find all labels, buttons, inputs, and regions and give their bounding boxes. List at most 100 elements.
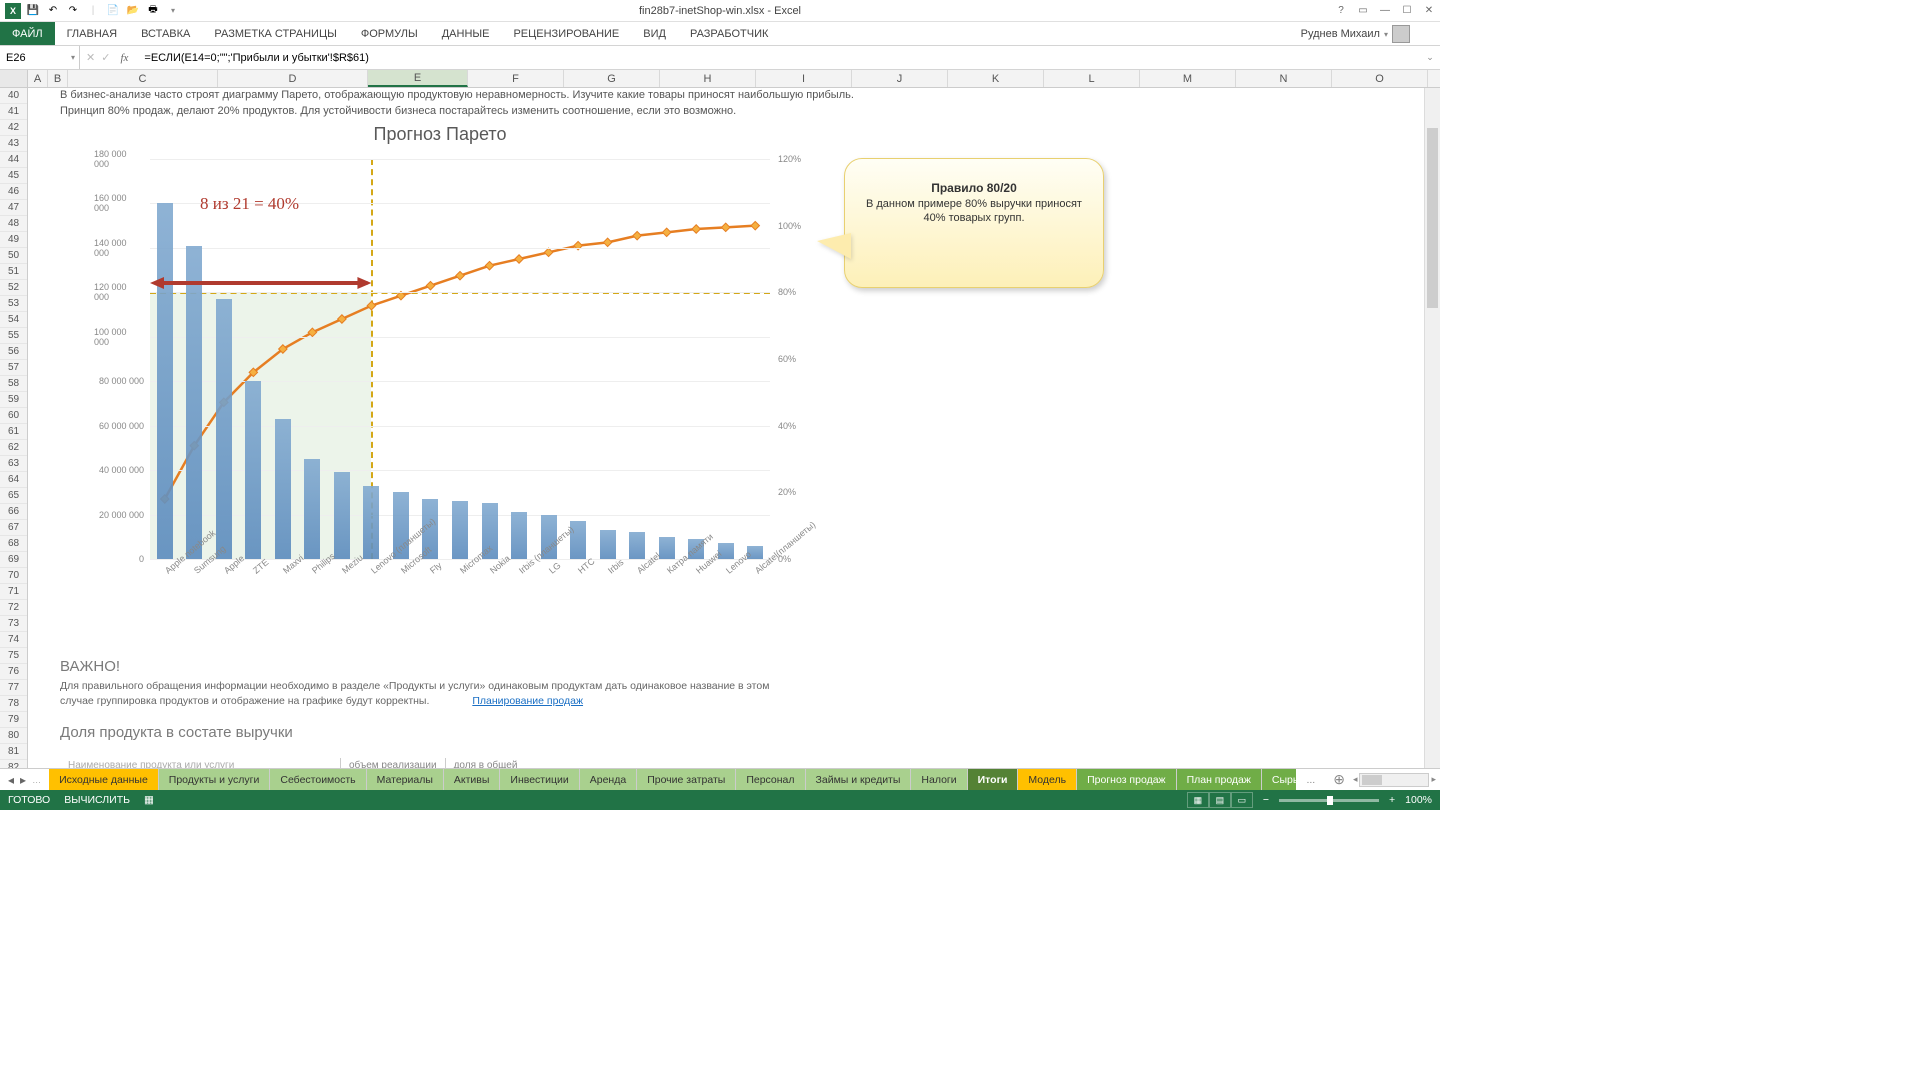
row-header-66[interactable]: 66: [0, 504, 27, 520]
fx-icon[interactable]: fx: [116, 52, 132, 64]
sheet-tab-Займы-и-кредиты[interactable]: Займы и кредиты: [806, 769, 912, 790]
row-header-68[interactable]: 68: [0, 536, 27, 552]
redo-icon[interactable]: ↷: [64, 2, 82, 20]
col-header-G[interactable]: G: [564, 70, 660, 87]
row-header-49[interactable]: 49: [0, 232, 27, 248]
formula-expand-icon[interactable]: ⌄: [1420, 46, 1440, 69]
sheet-nav-more[interactable]: …: [32, 775, 41, 785]
hscroll-left-icon[interactable]: ◂: [1353, 774, 1358, 785]
row-header-50[interactable]: 50: [0, 248, 27, 264]
sheet-prev-icon[interactable]: ◂: [8, 773, 14, 787]
zoom-in-icon[interactable]: +: [1389, 794, 1395, 806]
sheet-overflow[interactable]: ...: [1296, 769, 1325, 790]
row-header-70[interactable]: 70: [0, 568, 27, 584]
row-header-40[interactable]: 40: [0, 88, 27, 104]
col-header-I[interactable]: I: [756, 70, 852, 87]
row-header-69[interactable]: 69: [0, 552, 27, 568]
row-header-47[interactable]: 47: [0, 200, 27, 216]
row-header-61[interactable]: 61: [0, 424, 27, 440]
col-header-B[interactable]: B: [48, 70, 68, 87]
row-header-53[interactable]: 53: [0, 296, 27, 312]
row-header-65[interactable]: 65: [0, 488, 27, 504]
user-menu-chevron-icon[interactable]: ▾: [1384, 30, 1388, 39]
hscroll-thumb[interactable]: [1362, 775, 1382, 785]
quickprint-icon[interactable]: 🖶: [144, 2, 162, 20]
select-all-corner[interactable]: [0, 70, 28, 87]
row-header-45[interactable]: 45: [0, 168, 27, 184]
row-header-77[interactable]: 77: [0, 680, 27, 696]
ribbon-tab-рецензирование[interactable]: РЕЦЕНЗИРОВАНИЕ: [501, 22, 631, 45]
hscroll-right-icon[interactable]: ▸: [1431, 774, 1436, 785]
row-header-72[interactable]: 72: [0, 600, 27, 616]
col-header-A[interactable]: A: [28, 70, 48, 87]
minimize-button[interactable]: —: [1378, 4, 1392, 18]
row-header-71[interactable]: 71: [0, 584, 27, 600]
rule-callout[interactable]: Правило 80/20 В данном примере 80% выруч…: [844, 158, 1104, 288]
ribbon-tab-данные[interactable]: ДАННЫЕ: [430, 22, 502, 45]
row-header-75[interactable]: 75: [0, 648, 27, 664]
row-header-60[interactable]: 60: [0, 408, 27, 424]
sheet-tab-Материалы[interactable]: Материалы: [367, 769, 444, 790]
ribbon-help-icon[interactable]: ?: [1334, 4, 1348, 18]
col-header-L[interactable]: L: [1044, 70, 1140, 87]
close-button[interactable]: ✕: [1422, 4, 1436, 18]
col-header-J[interactable]: J: [852, 70, 948, 87]
sheet-tab-Прогноз-продаж[interactable]: Прогноз продаж: [1077, 769, 1176, 790]
horizontal-scrollbar[interactable]: [1359, 773, 1429, 787]
new-icon[interactable]: 📄: [104, 2, 122, 20]
planning-link[interactable]: Планирование продаж: [472, 695, 583, 707]
col-header-O[interactable]: O: [1332, 70, 1428, 87]
row-header-74[interactable]: 74: [0, 632, 27, 648]
sheet-tab-Модель[interactable]: Модель: [1018, 769, 1077, 790]
user-name[interactable]: Руднев Михаил: [1301, 28, 1380, 40]
sheet-tab-Инвестиции[interactable]: Инвестиции: [500, 769, 579, 790]
zoom-thumb[interactable]: [1327, 796, 1333, 805]
sheet-tab-Прочие-затраты[interactable]: Прочие затраты: [637, 769, 736, 790]
sheet-next-icon[interactable]: ▸: [20, 773, 26, 787]
col-header-H[interactable]: H: [660, 70, 756, 87]
col-header-N[interactable]: N: [1236, 70, 1332, 87]
formula-cancel-icon[interactable]: ✕: [86, 51, 95, 64]
row-header-57[interactable]: 57: [0, 360, 27, 376]
row-header-56[interactable]: 56: [0, 344, 27, 360]
open-icon[interactable]: 📂: [124, 2, 142, 20]
ribbon-tab-вид[interactable]: ВИД: [631, 22, 678, 45]
zoom-slider[interactable]: [1279, 799, 1379, 802]
user-avatar[interactable]: [1392, 25, 1410, 43]
ribbon-tab-файл[interactable]: ФАЙЛ: [0, 22, 55, 45]
ribbon-tab-формулы[interactable]: ФОРМУЛЫ: [349, 22, 430, 45]
col-header-K[interactable]: K: [948, 70, 1044, 87]
row-header-78[interactable]: 78: [0, 696, 27, 712]
sheet-tab-Активы[interactable]: Активы: [444, 769, 501, 790]
row-header-63[interactable]: 63: [0, 456, 27, 472]
maximize-button[interactable]: ☐: [1400, 4, 1414, 18]
view-layout-icon[interactable]: ▤: [1209, 792, 1231, 808]
row-header-52[interactable]: 52: [0, 280, 27, 296]
sheet-tab-Персонал[interactable]: Персонал: [736, 769, 805, 790]
sheet-tab-Себестоимость[interactable]: Себестоимость: [270, 769, 366, 790]
sheet-tab-Продукты-и-услуги[interactable]: Продукты и услуги: [159, 769, 271, 790]
row-header-42[interactable]: 42: [0, 120, 27, 136]
excel-app-icon[interactable]: X: [4, 2, 22, 20]
row-header-76[interactable]: 76: [0, 664, 27, 680]
ribbon-tab-разработчик[interactable]: РАЗРАБОТЧИК: [678, 22, 780, 45]
row-header-55[interactable]: 55: [0, 328, 27, 344]
status-calc[interactable]: ВЫЧИСЛИТЬ: [64, 794, 130, 806]
row-header-41[interactable]: 41: [0, 104, 27, 120]
sheet-tab-Итоги[interactable]: Итоги: [968, 769, 1019, 790]
view-pagebreak-icon[interactable]: ▭: [1231, 792, 1253, 808]
row-header-51[interactable]: 51: [0, 264, 27, 280]
view-normal-icon[interactable]: ▦: [1187, 792, 1209, 808]
col-header-E[interactable]: E: [368, 70, 468, 87]
name-box[interactable]: E26: [0, 46, 80, 69]
row-header-81[interactable]: 81: [0, 744, 27, 760]
cells-area[interactable]: В бизнес-анализе часто строят диаграмму …: [28, 88, 1440, 768]
col-header-C[interactable]: C: [68, 70, 218, 87]
row-header-46[interactable]: 46: [0, 184, 27, 200]
sheet-tab-Сырье-и[interactable]: Сырье и: [1262, 769, 1297, 790]
row-header-43[interactable]: 43: [0, 136, 27, 152]
ribbon-tab-вставка[interactable]: ВСТАВКА: [129, 22, 202, 45]
zoom-level[interactable]: 100%: [1405, 794, 1432, 806]
ribbon-tab-главная[interactable]: ГЛАВНАЯ: [55, 22, 129, 45]
row-header-73[interactable]: 73: [0, 616, 27, 632]
